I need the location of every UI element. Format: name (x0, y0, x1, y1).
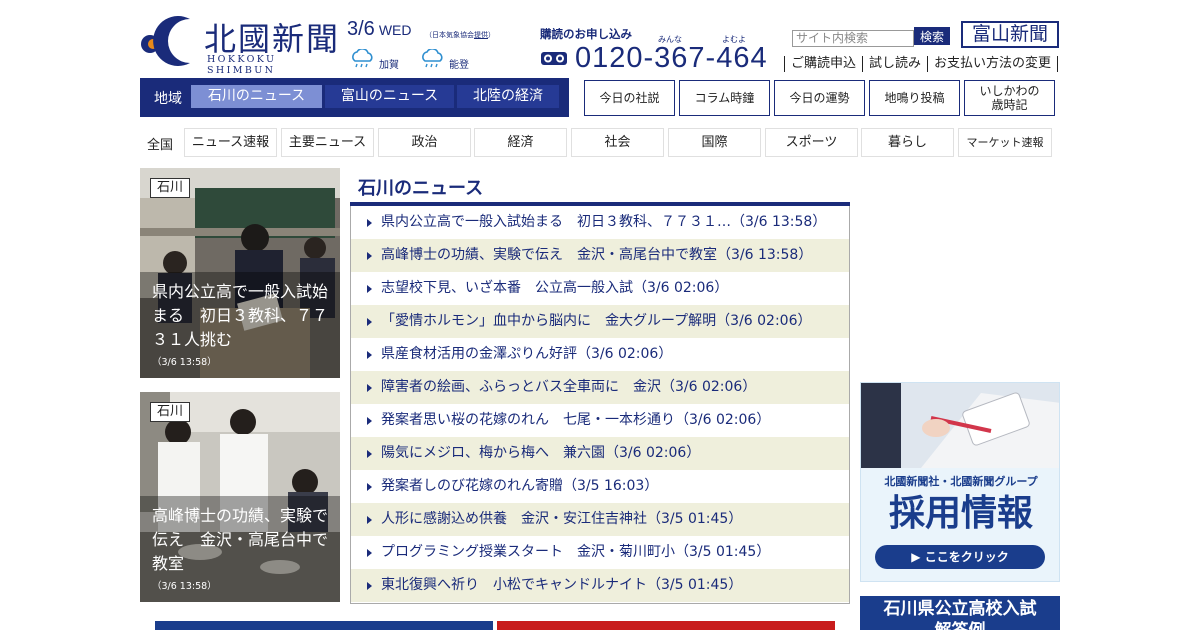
feature-time: （3/6 13:58） (152, 357, 217, 368)
freedial-icon (541, 52, 567, 65)
subscribe-box[interactable]: 購読のお申し込み みんな よむよ 0120-367-464 (540, 26, 780, 76)
cat-market[interactable]: マーケット速報 (958, 128, 1052, 157)
exam-banner-title: 石川県公立高校入試 (883, 599, 1037, 619)
news-item[interactable]: 志望校下見、いざ本番 公立高一般入試（3/6 02:06） (351, 272, 849, 305)
toyama-shimbun-link[interactable]: 富山新聞 (961, 21, 1059, 48)
cloud-rain-icon (352, 48, 373, 67)
date: 3/6 (347, 18, 375, 40)
feature-card[interactable]: 石川 県内公立高で一般入試始まる 初日３教科、７７３１人挑む （3/6 13:5… (140, 168, 340, 378)
tab-toyama-news[interactable]: 富山のニュース (325, 85, 454, 108)
news-item[interactable]: 発案者思い桜の花嫁のれん 七尾・一本杉通り（3/6 02:06） (351, 404, 849, 437)
exam-banner-subtitle: 解答例 (860, 621, 1060, 630)
cat-politics[interactable]: 政治 (378, 128, 471, 157)
top-links: ご購読申込 試し読み お支払い方法の変更 (784, 56, 1059, 72)
editorial-link[interactable]: 今日の社説 (584, 80, 675, 116)
date-weather: 3/6 WED （日本気象協会提供） 加賀 能登 (347, 18, 497, 72)
cat-international[interactable]: 国際 (668, 128, 761, 157)
site-logo[interactable]: 北國新聞 HOKKOKU SHIMBUN (140, 16, 340, 76)
horoscope-link[interactable]: 今日の運勢 (774, 80, 865, 116)
news-item[interactable]: 陽気にメジロ、梅から梅へ 兼六園（3/6 02:06） (351, 437, 849, 470)
trial-link[interactable]: 試し読み (862, 56, 927, 72)
promo-banner[interactable] (497, 621, 835, 630)
ishikawa-almanac-link[interactable]: いしかわの 歳時記 (964, 80, 1055, 116)
weather-area-label: 能登 (449, 60, 469, 71)
search-input[interactable] (792, 29, 914, 47)
tab-ishikawa-news[interactable]: 石川のニュース (191, 85, 322, 108)
reader-posts-link[interactable]: 地鳴り投稿 (869, 80, 960, 116)
news-item[interactable]: 県産食材活用の金澤ぷりん好評（3/6 02:06） (351, 338, 849, 371)
feature-time: （3/6 13:58） (152, 581, 217, 592)
feature-caption: 高峰博士の功績、実験で伝え 金沢・高尾台中で教室 （3/6 13:58） (140, 496, 340, 602)
phone-number[interactable]: 0120-367-464 (575, 42, 768, 75)
site-search: 検索 (792, 27, 950, 47)
weather-kaga[interactable]: 加賀 (349, 46, 399, 71)
news-list: 県内公立高で一般入試始まる 初日３教科、７７３１…（3/6 13:58） 高峰博… (350, 206, 850, 604)
news-section-heading: 石川のニュース (358, 178, 484, 199)
cat-sports[interactable]: スポーツ (765, 128, 858, 157)
feature-title[interactable]: 県内公立高で一般入試始まる 初日３教科、７７３１人挑む (152, 280, 328, 352)
news-item[interactable]: 県内公立高で一般入試始まる 初日３教科、７７３１…（3/6 13:58） (351, 206, 849, 239)
cat-top-news[interactable]: 主要ニュース (281, 128, 374, 157)
news-item[interactable]: 「愛情ホルモン」血中から脳内に 金大グループ解明（3/6 02:06） (351, 305, 849, 338)
recruit-click-button[interactable]: ▶ ここをクリック (875, 545, 1045, 569)
weekday: WED (378, 22, 412, 38)
region-tag: 石川 (150, 178, 191, 198)
search-button[interactable]: 検索 (914, 27, 950, 45)
weather-area-label: 加賀 (379, 60, 399, 71)
cat-breaking-news[interactable]: ニュース速報 (184, 128, 277, 157)
cloud-rain-icon (422, 48, 443, 67)
feature-title[interactable]: 高峰博士の功績、実験で伝え 金沢・高尾台中で教室 (152, 504, 328, 576)
tab-hokuriku-economy[interactable]: 北陸の経済 (457, 85, 559, 108)
weather-source-text: （日本気象協会 (425, 31, 474, 39)
weather-source: （日本気象協会提供） (425, 30, 495, 40)
news-item[interactable]: 人形に感謝込め供養 金沢・安江住吉神社（3/5 01:45） (351, 503, 849, 536)
region-tag: 石川 (150, 402, 191, 422)
promo-banner[interactable] (155, 621, 493, 630)
news-item[interactable]: 発案者しのび花嫁のれん寄贈（3/5 16:03） (351, 470, 849, 503)
news-item[interactable]: 高峰博士の功績、実験で伝え 金沢・高尾台中で教室（3/6 13:58） (351, 239, 849, 272)
exam-answers-banner[interactable]: 石川県公立高校入試 解答例 (860, 596, 1060, 630)
news-item[interactable]: 障害者の絵画、ふらっとバス全車両に 金沢（3/6 02:06） (351, 371, 849, 404)
recruit-banner-title: 採用情報 (888, 493, 1033, 534)
news-item[interactable]: 東北復興へ祈り 小松でキャンドルナイト（3/5 01:45） (351, 569, 849, 602)
payment-change-link[interactable]: お支払い方法の変更 (927, 56, 1059, 72)
column-jisho-link[interactable]: コラム時鐘 (679, 80, 770, 116)
cat-living[interactable]: 暮らし (861, 128, 954, 157)
cat-society[interactable]: 社会 (571, 128, 664, 157)
weather-source-link[interactable]: 提供 (474, 31, 488, 39)
weather-noto[interactable]: 能登 (419, 46, 469, 71)
region-nav-label: 地域 (154, 91, 182, 107)
category-nav-label: 全国 (147, 138, 174, 153)
recruit-banner[interactable]: 北國新聞社・北國新聞グループ 採用情報 ▶ ここをクリック (860, 382, 1060, 582)
news-item[interactable]: プログラミング授業スタート 金沢・菊川町小（3/5 01:45） (351, 536, 849, 569)
logo-subtext: HOKKOKU SHIMBUN (207, 54, 277, 76)
feature-caption: 県内公立高で一般入試始まる 初日３教科、７７３１人挑む （3/6 13:58） (140, 272, 340, 378)
weather-source-end: ） (488, 31, 495, 39)
subscribe-link[interactable]: ご購読申込 (784, 56, 862, 72)
recruit-banner-subtitle: 北國新聞社・北國新聞グループ (884, 475, 1038, 488)
logo-mark-icon (141, 16, 190, 66)
feature-card[interactable]: 石川 高峰博士の功績、実験で伝え 金沢・高尾台中で教室 （3/6 13:58） (140, 392, 340, 602)
cat-economy[interactable]: 経済 (474, 128, 567, 157)
region-nav: 地域 石川のニュース 富山のニュース 北陸の経済 (140, 78, 569, 117)
